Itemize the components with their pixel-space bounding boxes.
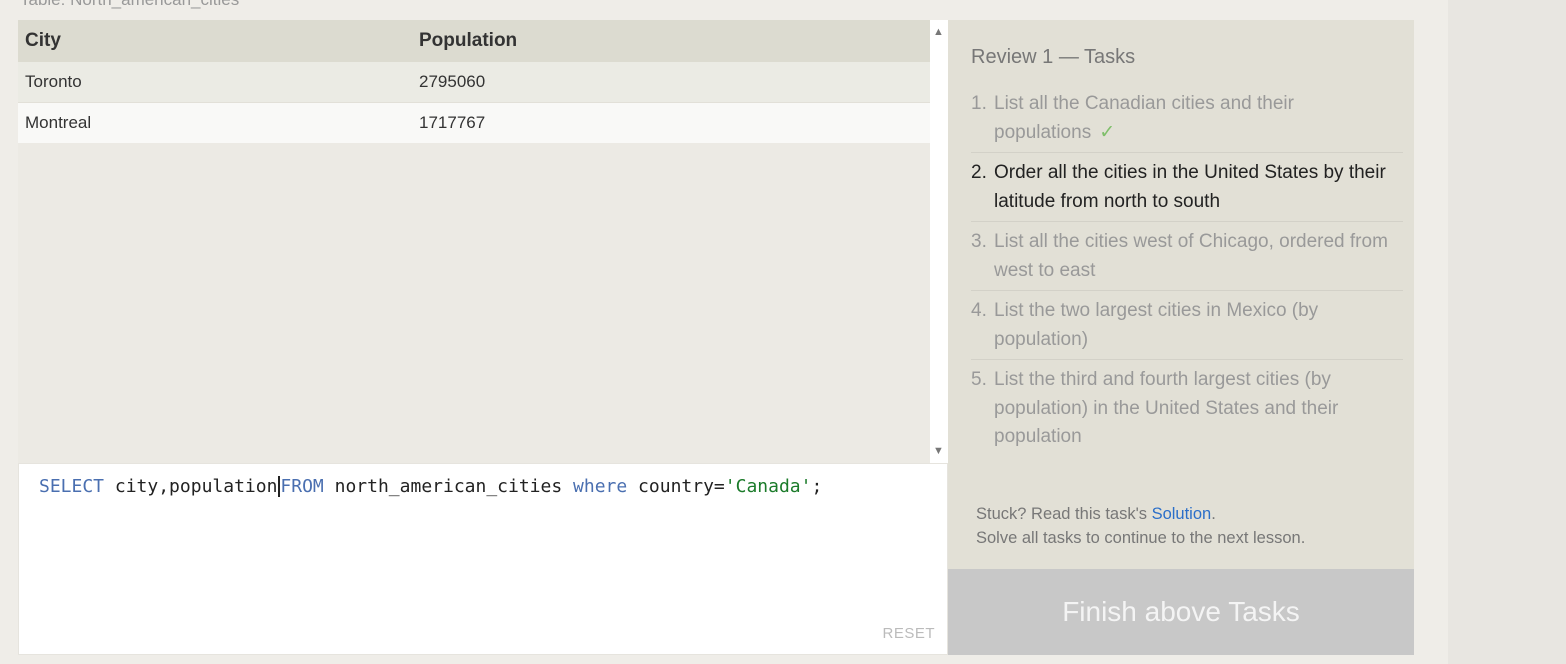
task-number: 3. [971,231,987,252]
stuck-suffix: . [1211,505,1216,523]
task-text: List all the Canadian cities and their p… [994,90,1403,147]
code-string: 'Canada' [724,476,812,497]
task-text: List the two largest cities in Mexico (b… [994,300,1319,350]
finish-tasks-button[interactable]: Finish above Tasks [948,569,1414,655]
task-number: 1. [971,93,987,114]
task-item: 1. List all the Canadian cities and thei… [971,88,1403,153]
task-panel: Review 1 — Tasks 1. List all the Canadia… [948,20,1414,569]
reset-button[interactable]: RESET [882,625,935,642]
stuck-prefix: Stuck? Read this task's [976,505,1152,523]
task-text-content: List all the Canadian cities and their p… [994,93,1294,143]
task-text: List all the cities west of Chicago, ord… [994,231,1388,281]
task-list: 1. List all the Canadian cities and thei… [971,88,1403,461]
column-header-city: City [25,30,61,51]
table-header: City Population [18,20,930,62]
scroll-down-icon[interactable]: ▼ [933,445,944,457]
cell-city: Montreal [25,113,92,132]
scroll-up-icon[interactable]: ▲ [933,26,944,38]
table-caption: Table: North_american_cities [20,0,239,10]
solution-link[interactable]: Solution [1152,505,1212,523]
cell-population: 1717767 [419,113,486,132]
code-columns: city,population [104,476,278,497]
code-condition: country= [627,476,725,497]
review-title: Review 1 — Tasks [971,46,1136,68]
results-table: City Population Toronto 2795060 Montreal… [18,20,930,463]
results-scrollbar[interactable]: ▲ ▼ [930,20,948,463]
keyword-select: SELECT [39,476,105,497]
task-item: 5. List the third and fourth largest cit… [971,364,1403,457]
task-item-active: 2. Order all the cities in the United St… [971,157,1403,222]
stuck-line2: Solve all tasks to continue to the next … [976,529,1306,547]
task-number: 2. [971,162,987,183]
column-header-population: Population [419,30,518,51]
task-item: 4. List the two largest cities in Mexico… [971,295,1403,360]
cell-population: 2795060 [419,72,486,91]
check-icon: ✓ [1099,121,1116,143]
stuck-hint: Stuck? Read this task's Solution. Solve … [976,502,1305,550]
task-number: 5. [971,369,987,390]
keyword-from: FROM [280,476,324,497]
sql-editor[interactable]: SELECT city,population FROM north_america… [18,463,948,655]
sql-code[interactable]: SELECT city,population FROM north_america… [39,476,822,497]
task-text: List the third and fourth largest cities… [994,369,1339,447]
page-margin [1448,0,1566,664]
cell-city: Toronto [25,72,82,91]
keyword-where: where [573,476,628,497]
code-semicolon: ; [811,476,823,497]
code-table: north_american_cities [323,476,574,497]
task-number: 4. [971,300,987,321]
task-text: Order all the cities in the United State… [994,162,1386,212]
task-item: 3. List all the cities west of Chicago, … [971,226,1403,291]
table-row: Montreal 1717767 [18,103,930,143]
table-row: Toronto 2795060 [18,62,930,103]
